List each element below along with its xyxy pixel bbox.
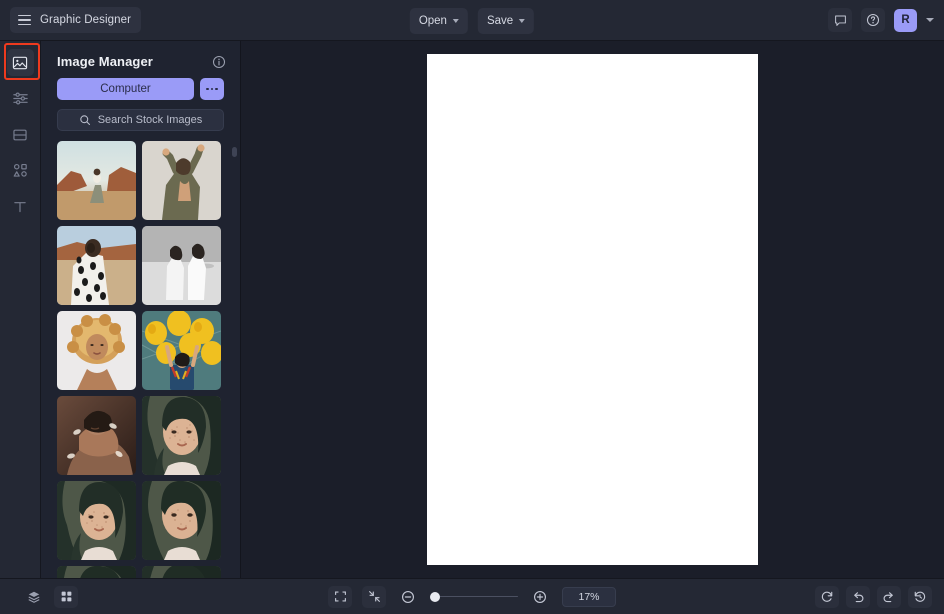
zoom-slider-track <box>430 595 518 598</box>
text-t-icon <box>14 201 26 212</box>
sidebar-item-images[interactable] <box>6 49 34 76</box>
zoom-slider-thumb[interactable] <box>430 591 440 602</box>
zoom-slider[interactable] <box>430 590 518 604</box>
search-stock-images-input[interactable]: Search Stock Images <box>57 109 224 131</box>
layers-icon <box>28 591 40 603</box>
shapes-icon <box>13 163 27 177</box>
open-label: Open <box>418 14 447 27</box>
zoom-out-button[interactable] <box>396 586 420 608</box>
zoom-in-icon <box>534 590 546 603</box>
comment-icon <box>834 15 846 26</box>
undo-button[interactable] <box>846 585 870 608</box>
zoom-level-value[interactable]: 17% <box>562 586 616 607</box>
zoom-in-button[interactable] <box>528 586 552 608</box>
panel-header: Image Manager <box>41 41 240 78</box>
list-item[interactable] <box>142 226 221 305</box>
header-right-group: R <box>828 8 934 32</box>
thumbnail-scroll-area[interactable] <box>41 141 240 578</box>
thumbnail-grid <box>41 141 240 578</box>
undo-icon <box>854 591 864 602</box>
image-icon <box>12 56 28 69</box>
list-item[interactable] <box>142 566 221 578</box>
list-item[interactable] <box>142 481 221 560</box>
search-icon <box>79 115 90 126</box>
history-icon <box>914 591 926 602</box>
header-center-group: Open Save <box>409 0 535 41</box>
redo-icon <box>883 591 893 602</box>
frame-icon <box>13 129 27 140</box>
list-item[interactable] <box>57 396 136 475</box>
sidebar-item-adjustments[interactable] <box>7 85 34 112</box>
hamburger-icon <box>18 14 31 26</box>
list-item[interactable] <box>57 226 136 305</box>
save-menu-button[interactable]: Save <box>477 7 535 34</box>
grid-icon <box>61 591 71 602</box>
footer-right-group <box>815 585 932 608</box>
list-item[interactable] <box>57 566 136 578</box>
header-left-group: Graphic Designer <box>10 7 142 33</box>
list-item[interactable] <box>57 311 136 390</box>
reset-icon <box>821 591 833 602</box>
account-chevron-down-icon[interactable] <box>926 18 934 22</box>
redo-button[interactable] <box>877 585 901 608</box>
reset-button[interactable] <box>815 585 839 608</box>
fullscreen-icon <box>334 591 346 602</box>
footer-left-group <box>22 585 78 608</box>
computer-upload-button[interactable]: Computer <box>57 78 194 100</box>
chevron-down-icon <box>452 19 459 23</box>
bottom-toolbar: 17% <box>0 578 944 614</box>
fit-to-screen-icon <box>368 591 380 602</box>
list-item[interactable] <box>142 311 221 390</box>
page-title: Image Manager <box>57 54 153 69</box>
info-circle-icon[interactable] <box>212 55 226 69</box>
fullscreen-button[interactable] <box>328 585 352 608</box>
app-title: Graphic Designer <box>40 14 132 26</box>
chevron-down-icon <box>519 19 526 23</box>
panel-scrollbar[interactable] <box>232 147 237 157</box>
history-button[interactable] <box>908 585 932 608</box>
main-body: Image Manager Computer Search Stock Imag… <box>0 41 944 578</box>
sidebar-item-text[interactable] <box>7 193 34 220</box>
list-item[interactable] <box>142 396 221 475</box>
comment-button[interactable] <box>828 8 852 32</box>
panel-action-row: Computer <box>41 78 240 100</box>
tool-rail <box>0 41 41 578</box>
grid-view-button[interactable] <box>54 585 78 608</box>
zoom-out-icon <box>402 590 414 603</box>
sidebar-item-shapes[interactable] <box>7 157 34 184</box>
app-menu-button[interactable]: Graphic Designer <box>10 7 142 33</box>
search-placeholder: Search Stock Images <box>97 114 203 126</box>
sidebar-item-layout[interactable] <box>7 121 34 148</box>
help-circle-icon <box>866 13 880 27</box>
list-item[interactable] <box>57 141 136 220</box>
list-item[interactable] <box>142 141 221 220</box>
top-header-bar: Graphic Designer Open Save R <box>0 0 944 41</box>
help-button[interactable] <box>861 8 885 32</box>
image-manager-panel: Image Manager Computer Search Stock Imag… <box>41 41 241 578</box>
zoom-controls: 17% <box>328 585 616 608</box>
canvas-page[interactable] <box>427 54 758 565</box>
save-label: Save <box>486 14 514 27</box>
avatar[interactable]: R <box>894 8 917 32</box>
layers-button[interactable] <box>22 586 46 608</box>
more-options-button[interactable] <box>200 78 224 100</box>
canvas-viewport[interactable] <box>241 41 944 578</box>
open-menu-button[interactable]: Open <box>409 7 468 34</box>
fit-to-screen-button[interactable] <box>362 585 386 608</box>
app-window: Graphic Designer Open Save R Image Manag… <box>0 0 944 614</box>
sliders-icon <box>12 92 28 105</box>
list-item[interactable] <box>57 481 136 560</box>
ellipsis-icon <box>206 87 209 91</box>
